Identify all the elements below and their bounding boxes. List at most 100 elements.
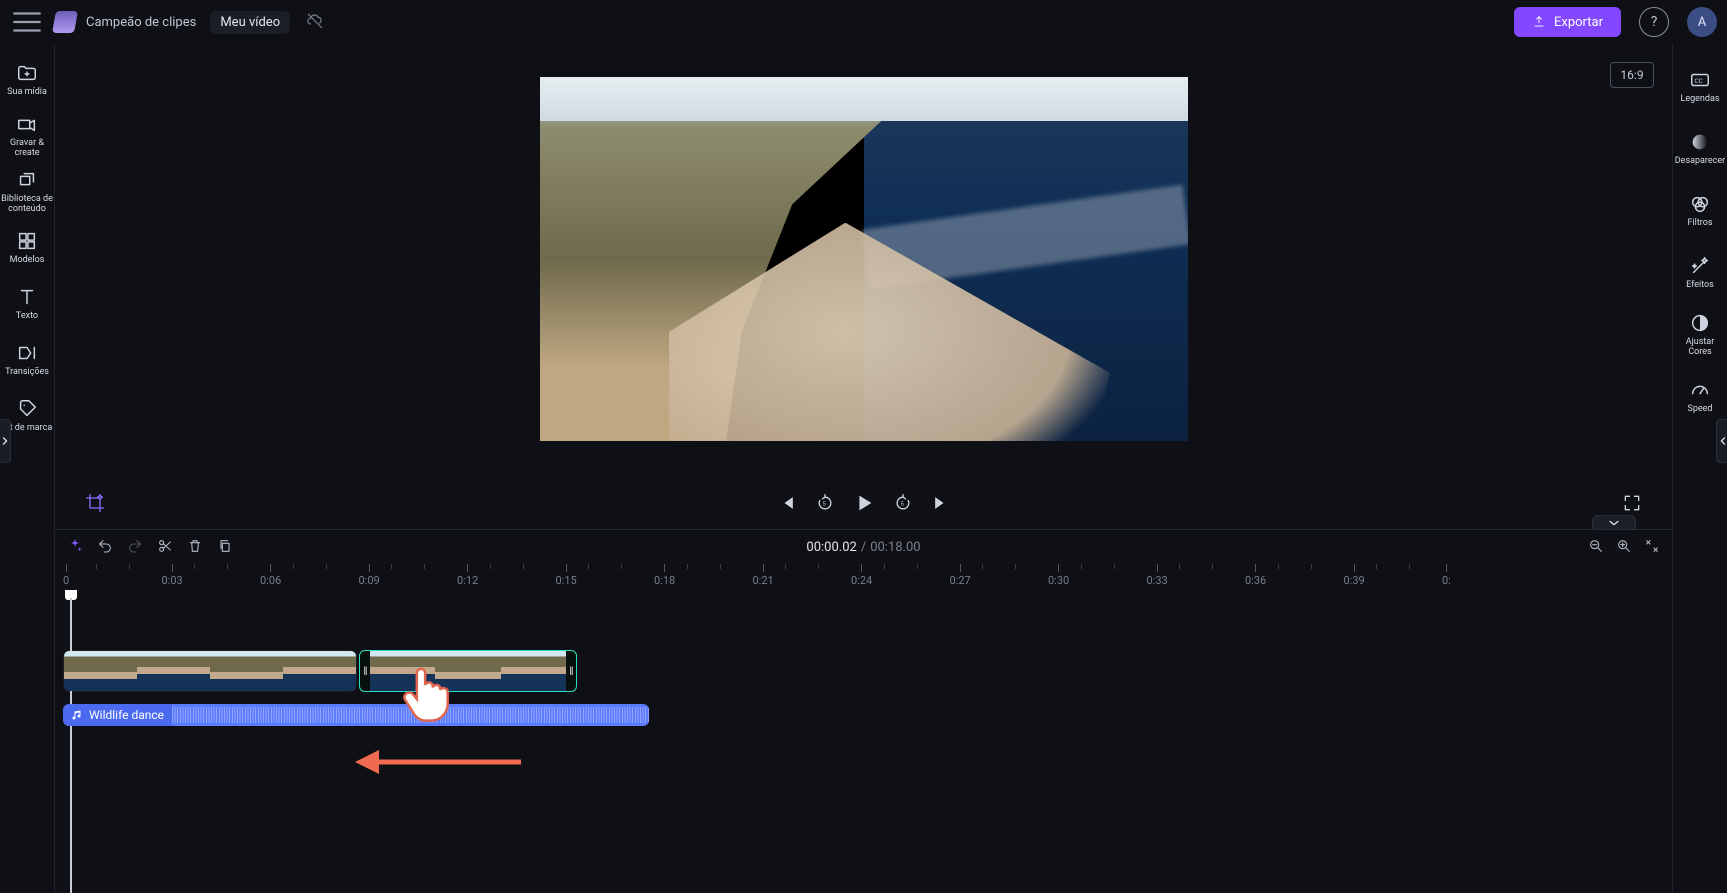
rail-effects-label: Efeitos <box>1686 281 1714 291</box>
rail-media-label: Sua mídia <box>7 88 47 98</box>
audio-clip[interactable]: Wildlife dance <box>63 704 649 726</box>
crop-ai-button[interactable] <box>85 493 105 513</box>
skip-start-button[interactable] <box>777 493 797 513</box>
play-button[interactable] <box>853 492 875 514</box>
rail-captions[interactable]: CC Legendas <box>1673 56 1727 118</box>
project-name-input[interactable]: Meu vídeo <box>210 11 290 34</box>
cloud-off-icon[interactable] <box>306 12 324 33</box>
skip-end-button[interactable] <box>931 493 951 513</box>
rail-fade-label: Desaparecer <box>1675 157 1725 167</box>
export-label: Exportar <box>1554 15 1603 30</box>
upload-icon <box>1532 15 1546 29</box>
rail-colors[interactable]: Ajustar Cores <box>1673 304 1727 366</box>
library-icon <box>16 169 38 191</box>
timeline-panel: 00:00.02 / 00:18.00 00:030:060:090:120:1… <box>55 529 1672 893</box>
expand-left-panel[interactable] <box>0 419 11 463</box>
split-button[interactable] <box>157 538 173 557</box>
tutorial-arrow-left-icon <box>353 748 523 776</box>
filters-icon <box>1689 193 1711 215</box>
ruler-tick: 0: <box>1442 564 1451 587</box>
rail-templates[interactable]: Modelos <box>0 220 54 276</box>
ruler-tick: 0:03 <box>162 564 183 587</box>
rail-library[interactable]: Biblioteca de conteúdo <box>0 164 54 220</box>
ruler-tick: 0:09 <box>359 564 380 587</box>
time-separator: / <box>861 540 866 555</box>
forward-button[interactable]: 5 <box>893 493 913 513</box>
audio-waveform <box>172 704 649 726</box>
chevron-right-icon <box>1 433 9 449</box>
audio-clip-label: Wildlife dance <box>89 708 164 722</box>
clip-trim-left-handle[interactable]: || <box>360 651 370 691</box>
expand-right-panel[interactable] <box>1716 419 1727 463</box>
rail-filters[interactable]: Filtros <box>1673 180 1727 242</box>
ruler-tick: 0:24 <box>851 564 872 587</box>
svg-text:CC: CC <box>1695 77 1703 85</box>
ruler-tick: 0:36 <box>1245 564 1266 587</box>
wand-icon <box>1689 255 1711 277</box>
duplicate-button[interactable] <box>217 538 233 557</box>
ruler-tick: 0:21 <box>753 564 774 587</box>
timeline-time: 00:00.02 / 00:18.00 <box>806 540 920 555</box>
text-icon <box>16 286 38 308</box>
aspect-ratio-value: 16:9 <box>1620 68 1643 82</box>
rail-text-label: Texto <box>16 312 38 322</box>
help-button[interactable]: ? <box>1639 7 1669 37</box>
delete-button[interactable] <box>187 538 203 557</box>
redo-button[interactable] <box>127 538 143 557</box>
rail-record[interactable]: Gravar & create <box>0 108 54 164</box>
audio-clip-label-wrap: Wildlife dance <box>63 704 172 726</box>
preview-stage: 16:9 5 <box>55 44 1672 529</box>
current-time: 00:00.02 <box>806 540 856 555</box>
chevron-left-icon <box>1719 433 1727 449</box>
app-name: Campeão de clipes <box>86 15 196 30</box>
fit-button[interactable] <box>1644 538 1660 557</box>
rail-transitions[interactable]: Transições <box>0 332 54 388</box>
export-button[interactable]: Exportar <box>1514 7 1621 37</box>
contrast-icon <box>1689 312 1711 334</box>
rail-transitions-label: Transições <box>5 368 49 378</box>
ruler-tick: 0:12 <box>457 564 478 587</box>
tag-icon <box>16 398 38 420</box>
rail-record-label: Gravar & create <box>0 139 54 159</box>
video-clip-2-selected[interactable]: || || <box>359 650 577 692</box>
clip-trim-right-handle[interactable]: || <box>566 651 576 691</box>
rail-text[interactable]: Texto <box>0 276 54 332</box>
gauge-icon <box>1689 379 1711 401</box>
left-rail: Sua mídia Gravar & create Biblioteca de … <box>0 44 55 893</box>
ruler-tick: 0:27 <box>950 564 971 587</box>
menu-button[interactable] <box>10 5 44 39</box>
rewind-button[interactable]: 5 <box>815 493 835 513</box>
rail-effects[interactable]: Efeitos <box>1673 242 1727 304</box>
transitions-icon <box>16 342 38 364</box>
ruler-tick: 0:33 <box>1147 564 1168 587</box>
rail-templates-label: Modelos <box>10 256 45 266</box>
aspect-ratio-button[interactable]: 16:9 <box>1610 62 1654 88</box>
ruler-tick: 0:39 <box>1344 564 1365 587</box>
video-clip-1[interactable] <box>63 650 357 692</box>
timeline-tracks[interactable]: || || Wildlife dance <box>63 590 1672 893</box>
rail-media[interactable]: Sua mídia <box>0 52 54 108</box>
rail-speed-label: Speed <box>1687 405 1712 415</box>
ruler-tick: 0:15 <box>556 564 577 587</box>
undo-button[interactable] <box>97 538 113 557</box>
brand-icon <box>52 11 78 33</box>
avatar[interactable]: A <box>1687 7 1717 37</box>
fade-icon <box>1689 131 1711 153</box>
svg-text:5: 5 <box>822 502 826 508</box>
right-rail: CC Legendas Desaparecer Filtros Efeitos … <box>1672 44 1727 893</box>
playback-controls: 5 5 <box>55 492 1672 514</box>
zoom-in-button[interactable] <box>1616 538 1632 557</box>
rail-fade[interactable]: Desaparecer <box>1673 118 1727 180</box>
ai-tool-button[interactable] <box>67 538 83 557</box>
video-preview[interactable] <box>540 77 1188 441</box>
app-header: Campeão de clipes Meu vídeo Exportar ? A <box>0 0 1727 44</box>
ruler-tick: 0:18 <box>654 564 675 587</box>
timeline-ruler[interactable]: 00:030:060:090:120:150:180:210:240:270:3… <box>63 564 1672 590</box>
zoom-out-button[interactable] <box>1588 538 1604 557</box>
collapse-timeline-button[interactable] <box>1592 515 1636 529</box>
ruler-tick: 0 <box>63 564 69 587</box>
fullscreen-button[interactable] <box>1622 493 1642 513</box>
templates-icon <box>16 230 38 252</box>
music-note-icon <box>71 709 83 721</box>
rail-filters-label: Filtros <box>1687 219 1712 229</box>
